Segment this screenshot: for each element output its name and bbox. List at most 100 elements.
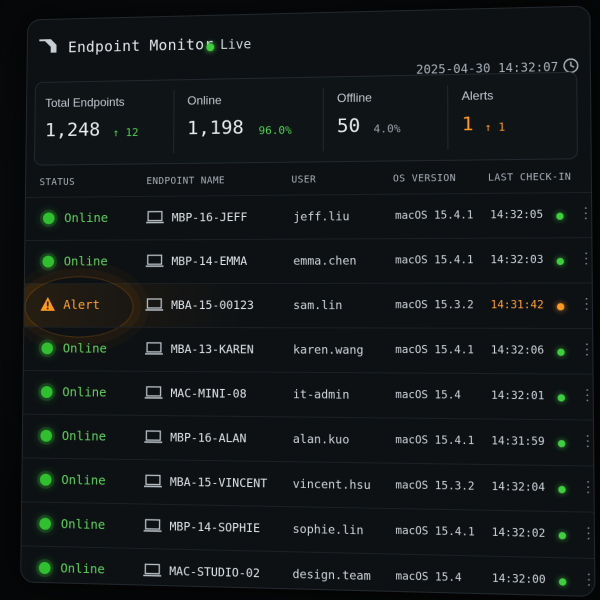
- stat-value: 50: [337, 115, 360, 137]
- stat-value: 1: [462, 113, 474, 135]
- stat-label: Total Endpoints: [45, 95, 125, 110]
- os-version: macOS 15.4.1: [395, 434, 474, 447]
- page-title: Endpoint Monitor: [68, 35, 214, 56]
- column-header-os[interactable]: OS VERSION: [393, 173, 456, 185]
- warning-icon: [40, 296, 56, 312]
- user-name: vincent.hsu: [293, 477, 371, 493]
- laptop-icon: [146, 211, 164, 225]
- checkin-dot: [558, 486, 566, 493]
- os-version: macOS 15.4.1: [395, 525, 474, 539]
- stat-total-endpoints[interactable]: Total Endpoints 1,248 ↑ 12: [35, 80, 172, 164]
- stat-online[interactable]: Online 1,198 96.0%: [177, 78, 317, 163]
- column-header-user[interactable]: USER: [291, 174, 316, 185]
- kebab-icon[interactable]: ⋮: [581, 571, 595, 588]
- stat-value: 1,198: [187, 117, 244, 140]
- user-name: sam.lin: [293, 298, 342, 312]
- user-name: alan.kuo: [293, 432, 350, 447]
- os-version: macOS 15.4.1: [395, 344, 474, 357]
- checkin-dot: [559, 578, 567, 586]
- user-name: sophie.lin: [293, 522, 364, 538]
- last-checkin: 14:32:05: [490, 209, 543, 222]
- kebab-icon[interactable]: ⋮: [581, 525, 596, 542]
- laptop-icon: [145, 298, 163, 312]
- divider: [447, 85, 448, 150]
- table-row[interactable]: Online MBA-13-KAREN karen.wang macOS 15.…: [24, 327, 593, 375]
- last-checkin: 14:31:59: [491, 435, 544, 448]
- endpoint-name: MBA-15-VINCENT: [170, 475, 267, 491]
- status-online-dot: [40, 474, 52, 486]
- stat-value: 1,248: [45, 119, 101, 141]
- status-online-dot: [41, 386, 53, 398]
- checkin-dot: [556, 213, 563, 220]
- status-text: Alert: [63, 297, 100, 312]
- status-text: Online: [60, 560, 105, 576]
- checkin-dot: [559, 532, 567, 539]
- user-name: it-admin: [293, 387, 349, 402]
- stat-label: Alerts: [462, 88, 494, 103]
- endpoint-name: MBP-14-SOPHIE: [170, 519, 261, 535]
- last-checkin: 14:32:02: [492, 526, 546, 540]
- status-text: Online: [64, 253, 108, 268]
- status-online-dot: [42, 256, 54, 268]
- stat-label: Online: [187, 93, 221, 107]
- table-row-alert[interactable]: Alert MBA-15-00123 sam.lin macOS 15.3.2 …: [24, 282, 592, 329]
- kebab-icon[interactable]: ⋮: [579, 296, 594, 313]
- status-text: Online: [63, 341, 107, 356]
- column-header-status[interactable]: STATUS: [39, 177, 75, 188]
- checkin-dot: [558, 440, 566, 447]
- last-checkin: 14:31:42: [491, 299, 544, 311]
- kebab-icon[interactable]: ⋮: [579, 341, 594, 358]
- checkin-dot: [557, 258, 564, 265]
- table-row[interactable]: Online MBP-16-JEFF jeff.liu macOS 15.4.1…: [25, 192, 591, 241]
- stat-label: Offline: [337, 91, 372, 106]
- kebab-icon[interactable]: ⋮: [580, 433, 595, 450]
- user-name: emma.chen: [293, 253, 356, 267]
- laptop-icon: [145, 386, 163, 400]
- stat-percent: 4.0%: [374, 122, 401, 135]
- status-text: Online: [61, 472, 105, 488]
- status-text: Online: [61, 516, 106, 532]
- user-name: jeff.liu: [293, 209, 349, 223]
- stat-percent: 96.0%: [259, 124, 292, 137]
- kebab-icon[interactable]: ⋮: [580, 387, 595, 404]
- status-online-dot: [43, 212, 55, 224]
- laptop-icon: [145, 342, 163, 356]
- status-online-dot: [39, 518, 51, 530]
- table-row[interactable]: Online MBP-14-EMMA emma.chen macOS 15.4.…: [25, 237, 592, 284]
- laptop-icon: [143, 563, 161, 578]
- status-text: Online: [64, 210, 108, 225]
- divider: [173, 90, 174, 153]
- kebab-icon[interactable]: ⋮: [578, 205, 593, 222]
- header: Endpoint Monitor Live 2025-04-30 14:32:0…: [27, 7, 589, 73]
- checkin-dot: [557, 303, 564, 310]
- os-version: macOS 15.4: [396, 570, 462, 584]
- stat-offline[interactable]: Offline 50 4.0%: [327, 75, 450, 161]
- endpoint-name: MBP-16-ALAN: [170, 430, 246, 445]
- endpoint-name: MBA-13-KAREN: [171, 342, 254, 356]
- os-version: macOS 15.3.2: [395, 299, 474, 311]
- kebab-icon[interactable]: ⋮: [579, 251, 594, 268]
- laptop-icon: [144, 519, 162, 534]
- divider: [323, 87, 324, 151]
- stat-alerts[interactable]: Alerts 1 ↑ 1: [451, 73, 566, 160]
- endpoint-name: MBA-15-00123: [171, 298, 254, 312]
- laptop-icon: [144, 430, 162, 444]
- endpoint-name: MAC-STUDIO-02: [169, 564, 260, 580]
- user-name: karen.wang: [293, 342, 364, 357]
- checkin-dot: [558, 394, 565, 401]
- endpoint-name: MAC-MINI-08: [170, 386, 246, 401]
- last-checkin: 14:32:03: [490, 254, 543, 266]
- table-row[interactable]: Online MAC-MINI-08 it-admin macOS 15.4 1…: [23, 370, 593, 421]
- last-checkin: 14:32:00: [492, 572, 546, 586]
- checkin-dot: [557, 349, 564, 356]
- stat-delta: ↑ 12: [113, 126, 139, 139]
- column-header-checkin[interactable]: LAST CHECK-IN: [488, 172, 571, 184]
- column-header-endpoint[interactable]: ENDPOINT NAME: [146, 175, 225, 187]
- stat-delta: ↑ 1: [485, 121, 506, 134]
- status-online-dot: [39, 562, 51, 574]
- endpoint-monitor-panel: Endpoint Monitor Live 2025-04-30 14:32:0…: [20, 5, 595, 597]
- laptop-icon: [144, 474, 162, 488]
- os-version: macOS 15.4.1: [395, 209, 473, 222]
- app-logo-icon: [37, 37, 58, 55]
- kebab-icon[interactable]: ⋮: [581, 479, 596, 496]
